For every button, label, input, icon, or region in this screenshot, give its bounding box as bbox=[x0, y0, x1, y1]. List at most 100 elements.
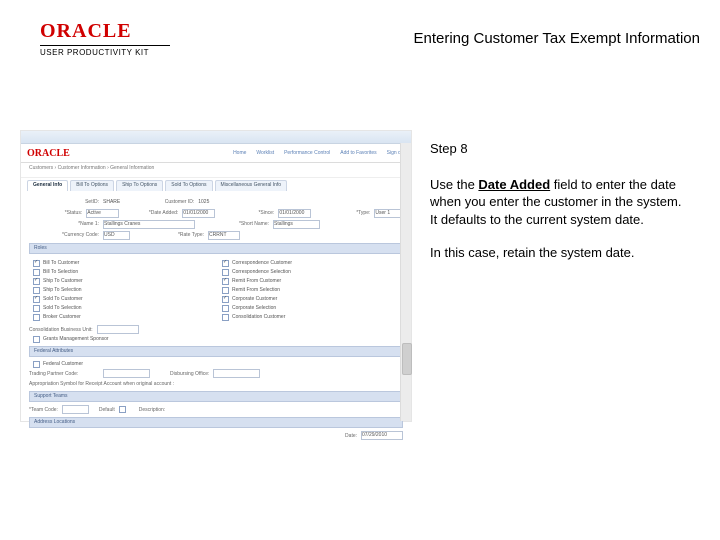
nav-worklist[interactable]: Worklist bbox=[256, 150, 274, 156]
custid-label: Customer ID: bbox=[134, 199, 194, 205]
role-item: Ship To Customer bbox=[43, 278, 83, 284]
checkbox-icon[interactable] bbox=[222, 296, 229, 303]
status-label: *Status: bbox=[29, 210, 82, 216]
roles-right: Correspondence Customer Correspondence S… bbox=[222, 259, 399, 322]
top-nav-links: Home Worklist Performance Control Add to… bbox=[100, 150, 405, 156]
instruction-panel: Step 8 Use the Date Added field to enter… bbox=[430, 140, 690, 278]
scrollbar-thumb[interactable] bbox=[402, 343, 412, 375]
role-item: Broker Customer bbox=[43, 314, 81, 320]
disb-input[interactable] bbox=[213, 369, 260, 378]
checkbox-icon[interactable] bbox=[222, 278, 229, 285]
role-item: Remit From Selection bbox=[232, 287, 280, 293]
currency-input[interactable]: USD bbox=[103, 231, 130, 240]
section-address: Address Locations bbox=[29, 417, 403, 428]
ratetype-input[interactable]: CRRNT bbox=[208, 231, 240, 240]
nav-home[interactable]: Home bbox=[233, 150, 246, 156]
window-titlebar bbox=[21, 131, 411, 144]
custid-value: 1025 bbox=[198, 199, 209, 205]
role-item: Consolidation Customer bbox=[232, 314, 285, 320]
checkbox-icon[interactable] bbox=[33, 269, 40, 276]
date-added-input[interactable]: 01/01/2000 bbox=[182, 209, 214, 218]
cons-bu-label: Consolidation Business Unit: bbox=[29, 327, 93, 333]
section-support: Support Teams bbox=[29, 391, 403, 402]
checkbox-icon[interactable] bbox=[33, 260, 40, 267]
agg-label: Appropriation Symbol for Receipt Account… bbox=[29, 381, 174, 387]
role-item: Bill To Customer bbox=[43, 260, 79, 266]
shortname-label: *Short Name: bbox=[209, 221, 269, 227]
app-screenshot: ORACLE Home Worklist Performance Control… bbox=[20, 130, 412, 422]
default-label: Default bbox=[99, 407, 115, 413]
instruction-paragraph-2: In this case, retain the system date. bbox=[430, 244, 690, 262]
checkbox-icon[interactable] bbox=[33, 361, 40, 368]
since-label: *Since: bbox=[229, 210, 275, 216]
tab-bill-to[interactable]: Bill To Options bbox=[70, 180, 114, 191]
since-input[interactable]: 01/01/2000 bbox=[278, 209, 310, 218]
brand-divider bbox=[40, 45, 170, 46]
tab-ship-to[interactable]: Ship To Options bbox=[116, 180, 163, 191]
setid-value: SHARE bbox=[103, 199, 120, 205]
role-item: Sold To Selection bbox=[43, 305, 82, 311]
checkbox-icon[interactable] bbox=[222, 305, 229, 312]
checkbox-icon[interactable] bbox=[222, 287, 229, 294]
section-roles: Roles bbox=[29, 243, 403, 254]
type-label: *Type: bbox=[325, 210, 371, 216]
tpc-label: Trading Partner Code: bbox=[29, 371, 99, 377]
step-label: Step 8 bbox=[430, 140, 690, 158]
type-input[interactable]: User 1 bbox=[374, 209, 403, 218]
nav-favorites[interactable]: Add to Favorites bbox=[340, 150, 376, 156]
teamcode-label: *Team Code: bbox=[29, 407, 58, 413]
shortname-input[interactable]: Stallings bbox=[273, 220, 320, 229]
checkbox-icon[interactable] bbox=[222, 314, 229, 321]
role-item: Corporate Selection bbox=[232, 305, 276, 311]
tab-general-info[interactable]: General Info bbox=[27, 180, 68, 191]
disb-label: Disbursing Office: bbox=[170, 371, 209, 377]
nav-perf[interactable]: Performance Control bbox=[284, 150, 330, 156]
tab-row: General Info Bill To Options Ship To Opt… bbox=[21, 178, 411, 191]
checkbox-icon[interactable] bbox=[33, 278, 40, 285]
currency-label: *Currency Code: bbox=[29, 232, 99, 238]
role-item: Remit From Customer bbox=[232, 278, 281, 284]
setid-label: SetID: bbox=[29, 199, 99, 205]
checkbox-icon[interactable] bbox=[119, 406, 126, 413]
checkbox-icon[interactable] bbox=[33, 296, 40, 303]
checkbox-icon[interactable] bbox=[33, 305, 40, 312]
addr-date-input[interactable]: 07/29/2010 bbox=[361, 431, 403, 440]
status-input[interactable]: Active bbox=[86, 209, 118, 218]
instr-field-name: Date Added bbox=[478, 177, 550, 192]
teamcode-input[interactable] bbox=[62, 405, 89, 414]
role-item: Ship To Selection bbox=[43, 287, 82, 293]
tab-sold-to[interactable]: Sold To Options bbox=[165, 180, 212, 191]
instr-p1-a: Use the bbox=[430, 177, 478, 192]
role-item: Correspondence Selection bbox=[232, 269, 291, 275]
role-item: Bill To Selection bbox=[43, 269, 78, 275]
checkbox-icon[interactable] bbox=[222, 269, 229, 276]
form-area: SetID: SHARE Customer ID: 1025 *Status: … bbox=[21, 191, 411, 447]
role-item: Correspondence Customer bbox=[232, 260, 292, 266]
section-federal: Federal Attributes bbox=[29, 346, 403, 357]
vertical-scrollbar[interactable] bbox=[400, 143, 411, 421]
ratetype-label: *Rate Type: bbox=[144, 232, 204, 238]
federal-customer: Federal Customer bbox=[43, 361, 83, 367]
date-added-label: *Date Added: bbox=[133, 210, 179, 216]
breadcrumb: Customers › Customer Information › Gener… bbox=[21, 163, 411, 178]
oracle-logo: ORACLE bbox=[40, 20, 170, 43]
description-label: Description: bbox=[139, 407, 165, 413]
app-logo: ORACLE bbox=[27, 148, 70, 159]
roles-columns: Bill To Customer Bill To Selection Ship … bbox=[29, 257, 403, 324]
checkbox-icon[interactable] bbox=[222, 260, 229, 267]
gm-sponsor: Grants Management Sponsor bbox=[43, 336, 109, 342]
page-title: Entering Customer Tax Exempt Information bbox=[413, 30, 700, 47]
brand-subtitle: USER PRODUCTIVITY KIT bbox=[40, 48, 170, 57]
name1-label: *Name 1: bbox=[29, 221, 99, 227]
checkbox-icon[interactable] bbox=[33, 336, 40, 343]
role-item: Corporate Customer bbox=[232, 296, 277, 302]
checkbox-icon[interactable] bbox=[33, 287, 40, 294]
tab-misc[interactable]: Miscellaneous General Info bbox=[215, 180, 288, 191]
cons-bu-input[interactable] bbox=[97, 325, 139, 334]
brand-block: ORACLE USER PRODUCTIVITY KIT bbox=[40, 20, 170, 57]
roles-left: Bill To Customer Bill To Selection Ship … bbox=[33, 259, 210, 322]
tpc-input[interactable] bbox=[103, 369, 150, 378]
checkbox-icon[interactable] bbox=[33, 314, 40, 321]
app-topbar: ORACLE Home Worklist Performance Control… bbox=[21, 144, 411, 163]
name1-input[interactable]: Stallings Cranes bbox=[103, 220, 195, 229]
